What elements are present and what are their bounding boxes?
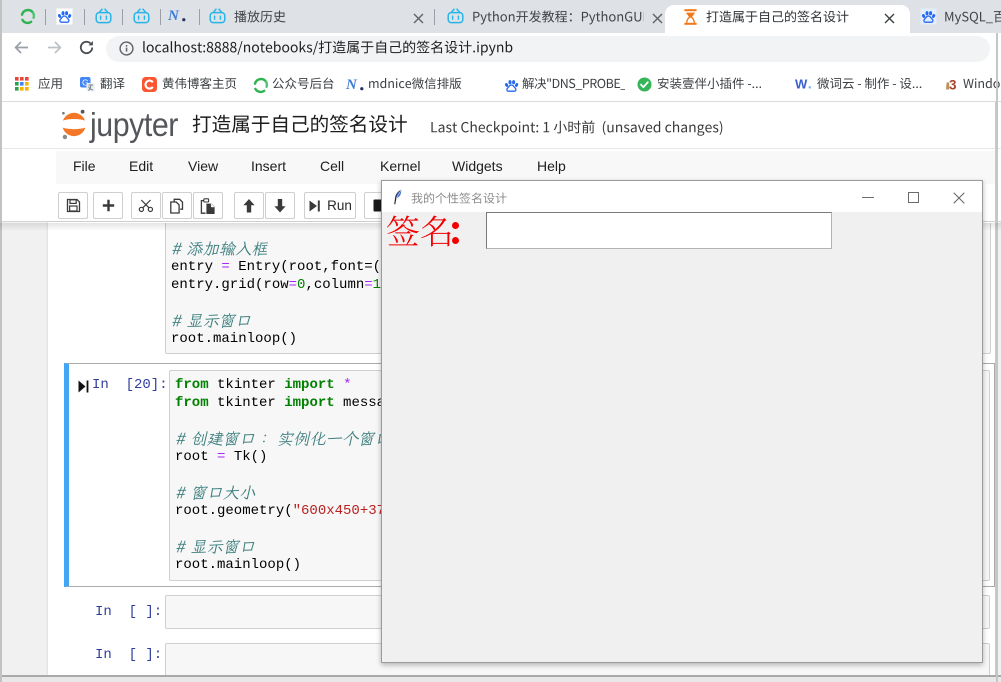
svg-text:3: 3 [949, 78, 957, 93]
svg-text:N: N [346, 77, 358, 92]
svg-text:W: W [795, 77, 808, 91]
svg-text:N: N [168, 8, 180, 23]
